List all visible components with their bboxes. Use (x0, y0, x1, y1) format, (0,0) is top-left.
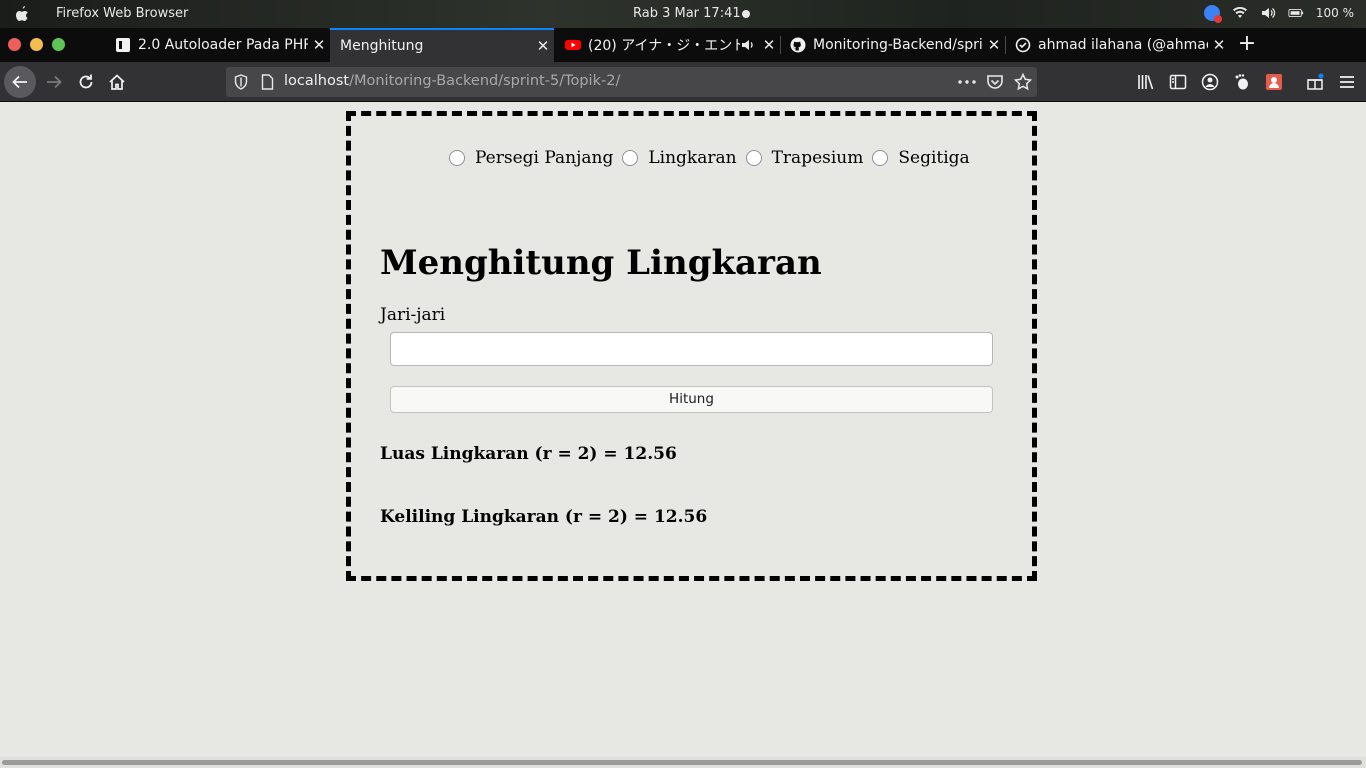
active-app-name[interactable]: Firefox Web Browser (56, 6, 188, 21)
scrollbar-thumb[interactable] (2, 760, 1362, 765)
gnome-extension-icon[interactable] (1233, 73, 1251, 91)
url-text[interactable]: localhost/Monitoring-Backend/sprint-5/To… (284, 73, 620, 89)
arrow-right-icon (47, 75, 62, 89)
navigation-toolbar: localhost/Monitoring-Backend/sprint-5/To… (0, 62, 1366, 102)
home-icon (109, 74, 125, 90)
document-icon (116, 38, 130, 52)
system-tray: 100 % (1203, 5, 1354, 23)
tab-close-icon[interactable]: ✕ (1208, 36, 1230, 54)
forward-button[interactable] (38, 66, 70, 98)
speaker-icon[interactable] (740, 37, 756, 53)
window-close-button[interactable] (8, 38, 21, 51)
home-button[interactable] (101, 66, 133, 98)
account-icon[interactable] (1201, 73, 1219, 91)
radio-circle[interactable] (622, 150, 639, 166)
tab-title: 2.0 Autoloader Pada PHP (138, 37, 308, 53)
radio-circle[interactable] (449, 150, 465, 166)
url-host: localhost (284, 73, 350, 89)
tracking-protection-icon[interactable] (234, 74, 248, 90)
system-top-bar: Firefox Web Browser Rab 3 Mar 17:41 100 … (0, 0, 1366, 28)
radius-input[interactable] (390, 332, 993, 366)
tab-strip: 2.0 Autoloader Pada PHP ✕ Menghitung ✕ (… (0, 28, 1366, 62)
arrow-left-icon (12, 75, 27, 89)
new-tab-button[interactable]: + (1236, 28, 1258, 62)
wifi-icon[interactable] (1232, 5, 1248, 21)
bookmark-star-icon[interactable] (1014, 73, 1032, 91)
area-result: Luas Lingkaran (r = 2) = 12.56 (380, 444, 677, 464)
radio-lingkaran[interactable]: Lingkaran (622, 148, 737, 168)
shape-selector: Persegi Panjang Lingkaran Trapesium Segi… (449, 148, 979, 168)
youtube-icon (565, 40, 581, 50)
notification-icon[interactable] (1203, 5, 1222, 23)
radio-segitiga[interactable]: Segitiga (872, 148, 970, 168)
perimeter-result: Keliling Lingkaran (r = 2) = 12.56 (380, 507, 708, 527)
library-icon[interactable] (1137, 73, 1155, 91)
radio-trapesium[interactable]: Trapesium (745, 148, 864, 168)
tab-menghitung[interactable]: Menghitung ✕ (330, 28, 554, 62)
calculator-container: Persegi Panjang Lingkaran Trapesium Segi… (346, 111, 1037, 581)
extensions-puzzle-icon[interactable] (1306, 73, 1324, 91)
tab-youtube[interactable]: (20) アイナ・ジ・エンド ✕ (556, 28, 781, 62)
page-info-icon[interactable] (261, 74, 274, 90)
system-clock[interactable]: Rab 3 Mar 17:41 (633, 6, 741, 21)
tab-close-icon[interactable]: ✕ (758, 36, 780, 54)
extension-red-icon[interactable] (1265, 73, 1283, 91)
hamburger-menu-icon[interactable] (1338, 73, 1356, 91)
window-maximize-button[interactable] (52, 38, 65, 51)
tab-close-icon[interactable]: ✕ (308, 36, 330, 54)
battery-percentage: 100 % (1315, 6, 1354, 20)
threads-icon (1015, 37, 1031, 53)
back-button[interactable] (4, 66, 36, 98)
tab-ahmad[interactable]: ahmad ilahana (@ahmad ✕ (1006, 28, 1230, 62)
tab-title: Monitoring-Backend/sprint-5 (813, 37, 983, 53)
tab-title: ahmad ilahana (@ahmad (1038, 37, 1208, 53)
tab-title: Menghitung (340, 38, 424, 54)
pocket-icon[interactable] (986, 73, 1004, 91)
battery-icon[interactable] (1288, 5, 1304, 21)
tab-github[interactable]: Monitoring-Backend/sprint-5 ✕ (781, 28, 1006, 62)
reload-button[interactable] (70, 66, 102, 98)
radio-circle[interactable] (745, 150, 762, 166)
tab-title: (20) アイナ・ジ・エンド (588, 38, 740, 54)
apple-icon[interactable] (14, 5, 30, 23)
address-bar[interactable]: localhost/Monitoring-Backend/sprint-5/To… (226, 67, 1037, 97)
tab-close-icon[interactable]: ✕ (983, 36, 1005, 54)
radio-persegi-panjang[interactable]: Persegi Panjang (449, 148, 613, 168)
recording-indicator (742, 10, 750, 18)
window-minimize-button[interactable] (30, 38, 43, 51)
radio-circle[interactable] (872, 150, 889, 166)
page-title: Menghitung Lingkaran (380, 243, 822, 283)
radio-label: Trapesium (771, 148, 864, 168)
radius-label: Jari-jari (380, 305, 446, 325)
radio-label: Persegi Panjang (475, 148, 614, 168)
tab-autoloader[interactable]: 2.0 Autoloader Pada PHP ✕ (106, 28, 331, 62)
sidebar-icon[interactable] (1169, 73, 1187, 91)
radio-label: Segitiga (898, 148, 970, 168)
github-icon (790, 37, 806, 53)
page-actions-icon[interactable] (958, 80, 976, 84)
radio-label: Lingkaran (648, 148, 737, 168)
horizontal-scrollbar[interactable] (0, 757, 1366, 768)
url-path: /Monitoring-Backend/sprint-5/Topik-2/ (349, 73, 621, 89)
hitung-button[interactable]: Hitung (390, 386, 993, 413)
tab-close-icon[interactable]: ✕ (532, 37, 554, 55)
reload-icon (79, 74, 93, 89)
volume-icon[interactable] (1260, 5, 1276, 21)
